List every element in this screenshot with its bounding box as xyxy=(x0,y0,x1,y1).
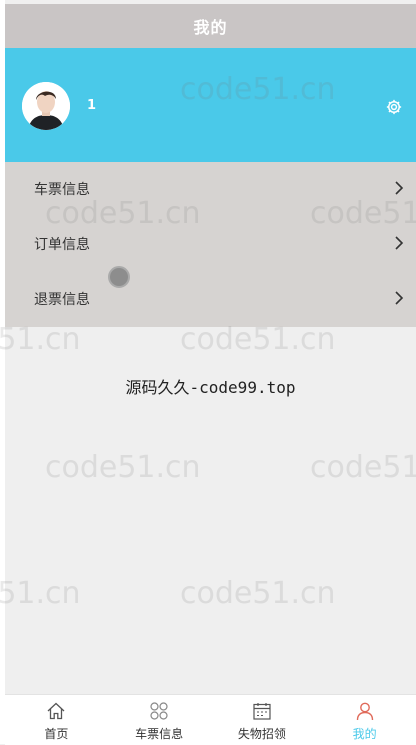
banner-text: 源码久久-code99.top xyxy=(125,378,296,397)
tab-label: 失物招领 xyxy=(237,727,286,741)
gear-icon[interactable] xyxy=(385,98,403,116)
tab-mine[interactable]: 我的 xyxy=(313,695,416,745)
tab-label: 我的 xyxy=(352,727,377,741)
page: 我的 1 车票信息 订单信息 退票信息 源码久久-code99.top 51.c… xyxy=(0,4,416,745)
menu-item-label: 订单信息 xyxy=(34,237,90,253)
chevron-right-icon xyxy=(395,181,404,195)
menu-item-label: 车票信息 xyxy=(34,182,90,198)
calendar-icon xyxy=(253,703,271,720)
tab-bar: 首页 车票信息 失物招领 我的 xyxy=(5,694,416,745)
user-icon xyxy=(356,702,373,721)
user-avatar-icon xyxy=(22,82,70,130)
menu-item-label: 退票信息 xyxy=(34,292,90,308)
chevron-right-icon xyxy=(395,236,404,250)
tab-tickets[interactable]: 车票信息 xyxy=(108,695,211,745)
tab-label: 首页 xyxy=(44,727,69,741)
watermark: code51.cn xyxy=(45,450,201,485)
chevron-right-icon xyxy=(395,291,404,305)
watermark: code51.cn xyxy=(180,322,336,357)
avatar[interactable] xyxy=(22,82,70,130)
touch-indicator xyxy=(108,266,130,288)
menu-item-orders[interactable]: 订单信息 xyxy=(5,217,416,272)
home-icon xyxy=(47,702,65,720)
page-title: 我的 xyxy=(193,18,228,37)
watermark: code51.cn xyxy=(0,576,81,611)
tab-lost-found[interactable]: 失物招领 xyxy=(211,695,314,745)
grid-icon xyxy=(150,702,168,720)
watermark: code51.cn xyxy=(0,322,81,357)
tab-home[interactable]: 首页 xyxy=(5,695,108,745)
menu-list: 车票信息 订单信息 退票信息 xyxy=(5,162,416,327)
profile-card: 1 xyxy=(5,48,416,162)
tab-label: 车票信息 xyxy=(135,727,184,741)
menu-item-tickets[interactable]: 车票信息 xyxy=(5,162,416,217)
menu-item-refunds[interactable]: 退票信息 xyxy=(5,272,416,327)
watermark: code51.cn xyxy=(180,576,336,611)
top-bar: 我的 xyxy=(5,4,416,48)
username: 1 xyxy=(87,98,97,113)
watermark: code51.cn xyxy=(310,450,416,485)
